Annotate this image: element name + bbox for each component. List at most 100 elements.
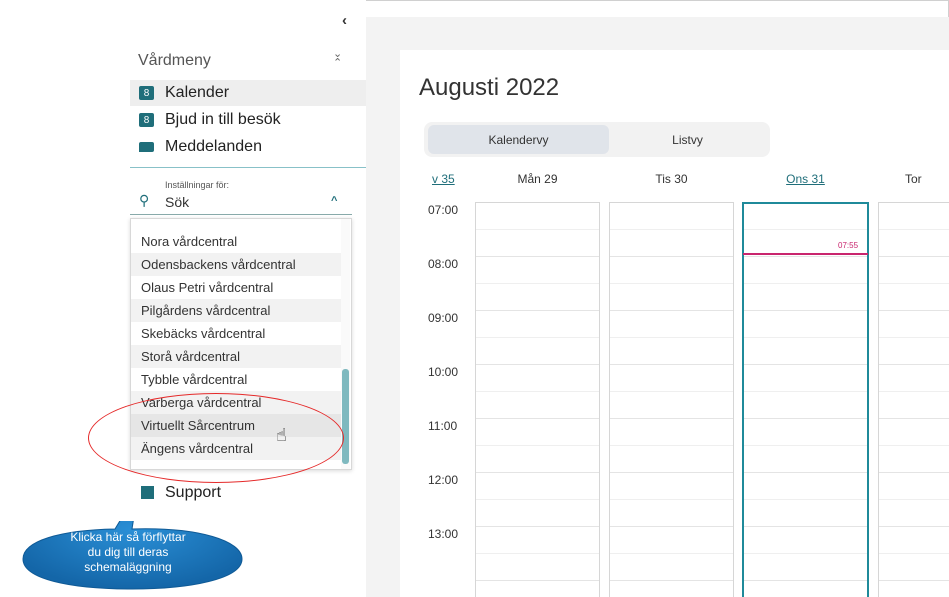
annotation-circle <box>88 393 344 483</box>
time-label: 07:00 <box>428 203 459 217</box>
dropdown-item[interactable]: Skebäcks vårdcentral <box>131 322 341 345</box>
time-label: 12:00 <box>428 473 459 487</box>
callout-line: schemaläggning <box>84 560 172 574</box>
collapse-sidebar-icon[interactable]: ‹ <box>342 12 347 29</box>
day-header-tue[interactable]: Tis 30 <box>609 172 734 186</box>
view-tabs: Kalendervy Listvy <box>424 122 770 157</box>
half-hour-line <box>879 283 949 284</box>
dropdown-item[interactable]: Olaus Petri vårdcentral <box>131 276 341 299</box>
tab-listvy[interactable]: Listvy <box>609 125 766 154</box>
dropdown-item[interactable]: Tybble vårdcentral <box>131 368 341 391</box>
calendar-icon: 8 <box>139 86 154 100</box>
half-hour-line <box>476 283 599 284</box>
half-hour-line <box>476 337 599 338</box>
time-label: 13:00 <box>428 527 459 541</box>
hour-line <box>879 580 949 581</box>
time-label: 09:00 <box>428 311 459 325</box>
callout-line: du dig till deras <box>87 545 169 559</box>
menu-item-label: Bjud in till besök <box>165 111 281 128</box>
half-hour-line <box>610 391 733 392</box>
callout-line: Klicka här så förflyttar <box>70 530 186 544</box>
dropdown-item[interactable]: Pilgårdens vårdcentral <box>131 299 341 322</box>
hour-line <box>744 472 867 473</box>
day-column-wed[interactable] <box>742 202 869 597</box>
half-hour-line <box>744 229 867 230</box>
half-hour-line <box>610 337 733 338</box>
day-column-tue[interactable] <box>609 202 734 597</box>
half-hour-line <box>610 553 733 554</box>
hour-line <box>879 310 949 311</box>
half-hour-line <box>879 445 949 446</box>
half-hour-line <box>476 391 599 392</box>
half-hour-line <box>744 445 867 446</box>
hour-line <box>744 418 867 419</box>
hour-line <box>610 364 733 365</box>
current-time-line <box>743 253 868 255</box>
day-column-thu[interactable] <box>878 202 949 597</box>
settings-label: Inställningar för: <box>165 180 230 190</box>
half-hour-line <box>610 229 733 230</box>
half-hour-line <box>879 391 949 392</box>
chevron-up-icon[interactable]: ^ <box>331 195 337 207</box>
hour-line <box>610 472 733 473</box>
hour-line <box>879 364 949 365</box>
hour-line <box>476 526 599 527</box>
current-time-label: 07:55 <box>838 241 859 250</box>
divider <box>130 167 366 168</box>
week-number-link[interactable]: v 35 <box>432 172 455 186</box>
time-label: 11:00 <box>428 419 458 433</box>
dropdown-item-cut <box>131 219 341 230</box>
hour-line <box>744 364 867 365</box>
half-hour-line <box>744 337 867 338</box>
collapse-menu-icon[interactable]: ⌄ ⌃ <box>333 49 342 69</box>
hour-line <box>476 256 599 257</box>
half-hour-line <box>476 553 599 554</box>
menu-item-meddelanden[interactable]: Meddelanden <box>130 134 366 160</box>
day-column-mon[interactable] <box>475 202 600 597</box>
unit-search-input[interactable]: Sök <box>165 194 189 210</box>
menu-item-bjud-in[interactable]: 8 Bjud in till besök <box>130 107 366 133</box>
month-title: Augusti 2022 <box>419 74 560 101</box>
time-label: 10:00 <box>428 365 459 379</box>
support-icon <box>141 486 154 499</box>
hour-line <box>744 310 867 311</box>
menu-item-label: Kalender <box>165 84 230 101</box>
day-header-thu[interactable]: Tor <box>905 172 945 186</box>
hour-line <box>879 526 949 527</box>
sidebar: ‹ Vårdmeny ⌄ ⌃ 8 Kalender 8 Bjud in till … <box>0 0 366 597</box>
half-hour-line <box>476 499 599 500</box>
invite-icon: 8 <box>139 113 154 127</box>
day-header-mon[interactable]: Mån 29 <box>475 172 600 186</box>
menu-item-kalender[interactable]: 8 Kalender <box>130 80 366 106</box>
hour-line <box>744 580 867 581</box>
tab-kalendervy[interactable]: Kalendervy <box>428 125 609 154</box>
half-hour-line <box>610 445 733 446</box>
hour-line <box>610 526 733 527</box>
half-hour-line <box>476 445 599 446</box>
dropdown-item[interactable]: Nora vårdcentral <box>131 230 341 253</box>
menu-item-support[interactable]: Support <box>165 484 221 502</box>
half-hour-line <box>879 229 949 230</box>
menu-item-label: Meddelanden <box>165 138 262 155</box>
time-label: 08:00 <box>428 257 459 271</box>
half-hour-line <box>879 337 949 338</box>
hour-line <box>879 418 949 419</box>
half-hour-line <box>879 499 949 500</box>
hour-line <box>610 310 733 311</box>
hour-line <box>476 418 599 419</box>
hour-line <box>610 256 733 257</box>
hour-line <box>476 580 599 581</box>
hour-line <box>744 256 867 257</box>
hour-line <box>476 364 599 365</box>
callout-text: Klicka här så förflyttar du dig till der… <box>48 530 208 575</box>
message-icon <box>139 142 154 152</box>
scrollbar-thumb[interactable] <box>342 369 349 464</box>
dropdown-item[interactable]: Storå vårdcentral <box>131 345 341 368</box>
dropdown-item[interactable]: Odensbackens vårdcentral <box>131 253 341 276</box>
day-header-wed[interactable]: Ons 31 <box>743 172 868 186</box>
half-hour-line <box>610 499 733 500</box>
half-hour-line <box>744 499 867 500</box>
search-icon: ⚲ <box>139 192 150 208</box>
menu-title: Vårdmeny <box>138 52 211 69</box>
search-underline <box>130 214 352 215</box>
